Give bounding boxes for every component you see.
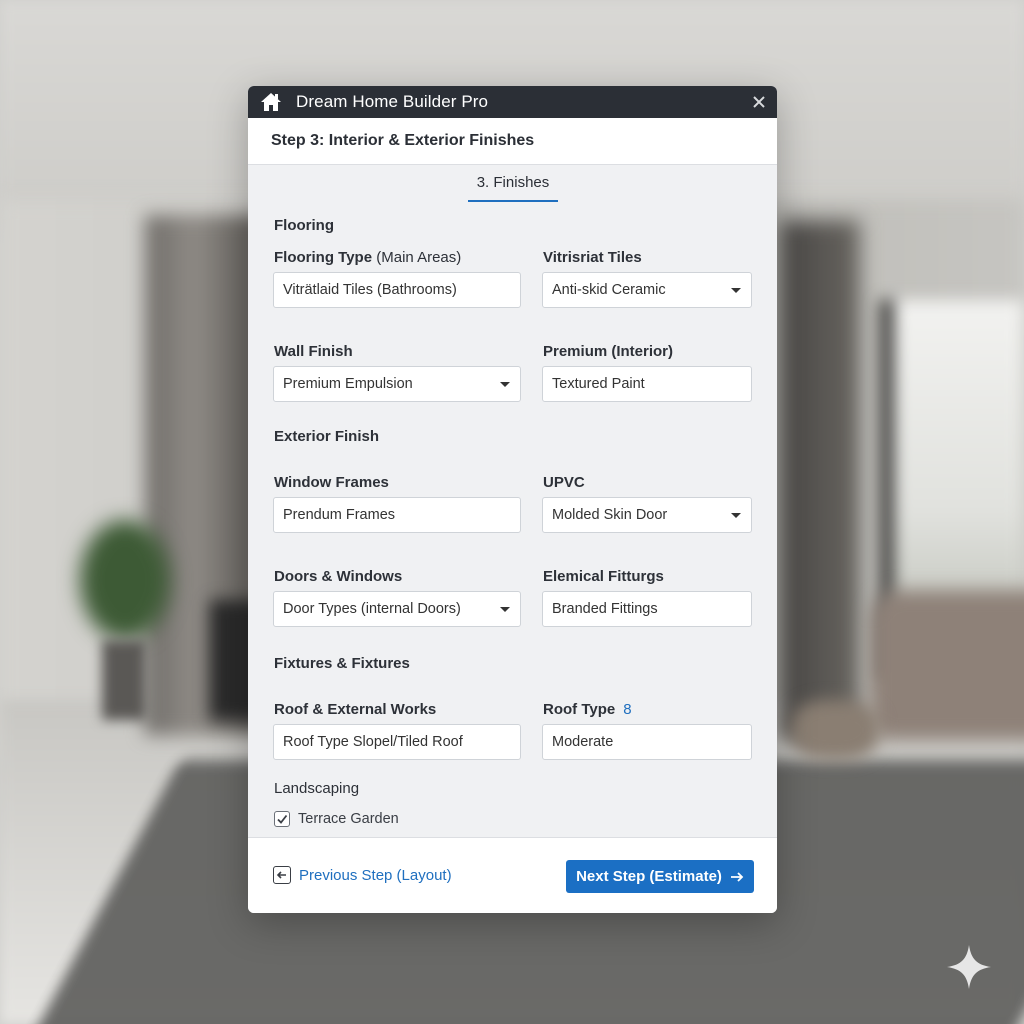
- premium-interior-label: Premium (Interior): [543, 343, 674, 360]
- roof-external-input[interactable]: Roof Type Slopel/Tiled Roof: [273, 724, 521, 760]
- chevron-down-icon: [731, 288, 741, 293]
- tab-finishes[interactable]: 3. Finishes: [468, 174, 558, 202]
- terrace-garden-option[interactable]: Terrace Garden: [274, 811, 399, 827]
- flooring-type-value: Viträtlaid Tiles (Bathrooms): [283, 282, 457, 298]
- roof-external-label: Roof & External Works: [274, 701, 437, 718]
- upvc-select[interactable]: Molded Skin Door: [542, 497, 752, 533]
- chevron-down-icon: [731, 513, 741, 518]
- roof-type-badge: 8: [623, 701, 632, 718]
- bg-curtain: [780, 220, 860, 740]
- roof-external-value: Roof Type Slopel/Tiled Roof: [283, 734, 463, 750]
- wall-finish-select[interactable]: Premium Empulsion: [273, 366, 521, 402]
- window-title: Dream Home Builder Pro: [296, 92, 489, 111]
- wall-finish-value: Premium Empulsion: [283, 376, 413, 392]
- bg-table: [790, 700, 880, 760]
- checkmark-icon: [277, 814, 288, 824]
- upvc-label: UPVC: [543, 474, 585, 491]
- step-header: Step 3: Interior & Exterior Finishes: [248, 118, 777, 165]
- window-frames-input[interactable]: Prendum Frames: [273, 497, 521, 533]
- chevron-down-icon: [500, 607, 510, 612]
- sparkle-icon: [947, 945, 991, 989]
- section-exterior-finish: Exterior Finish: [274, 428, 380, 445]
- roof-type-input[interactable]: Moderate: [542, 724, 752, 760]
- flooring-type-label: Flooring Type (Main Areas): [274, 249, 462, 266]
- wall-finish-label: Wall Finish: [274, 343, 353, 360]
- doors-windows-label: Doors & Windows: [274, 568, 403, 585]
- roof-type-label: Roof Type 8: [543, 701, 632, 718]
- window-frames-label: Window Frames: [274, 474, 389, 491]
- arrow-left-icon: [273, 866, 291, 884]
- next-step-button[interactable]: Next Step (Estimate): [566, 860, 754, 893]
- premium-interior-input[interactable]: Textured Paint: [542, 366, 752, 402]
- premium-interior-value: Textured Paint: [552, 376, 645, 392]
- close-icon[interactable]: [749, 92, 769, 112]
- home-icon: [260, 92, 282, 112]
- section-landscaping: Landscaping: [274, 780, 360, 797]
- previous-step-button[interactable]: Previous Step (Layout): [273, 866, 452, 884]
- bg-pot: [102, 640, 146, 720]
- arrow-right-icon: [730, 871, 744, 883]
- doors-windows-value: Door Types (internal Doors): [283, 601, 461, 617]
- electrical-fittings-input[interactable]: Branded Fittings: [542, 591, 752, 627]
- form-content: Flooring Flooring Type (Main Areas) Vitr…: [248, 205, 777, 877]
- bg-chair: [870, 590, 1024, 740]
- roof-type-value: Moderate: [552, 734, 614, 750]
- section-fixtures: Fixtures & Fixtures: [274, 655, 410, 672]
- section-flooring: Flooring: [274, 217, 334, 234]
- tab-bar: 3. Finishes: [248, 165, 777, 205]
- terrace-garden-checkbox[interactable]: [274, 811, 290, 827]
- title-bar: Dream Home Builder Pro: [248, 86, 777, 118]
- next-step-label: Next Step (Estimate): [576, 868, 722, 885]
- electrical-fittings-value: Branded Fittings: [552, 601, 658, 617]
- flooring-type-input[interactable]: Viträtlaid Tiles (Bathrooms): [273, 272, 521, 308]
- vitrified-tiles-select[interactable]: Anti-skid Ceramic: [542, 272, 752, 308]
- doors-windows-select[interactable]: Door Types (internal Doors): [273, 591, 521, 627]
- upvc-value: Molded Skin Door: [552, 507, 668, 523]
- vitrified-tiles-label: Vitrisriat Tiles: [543, 249, 642, 266]
- electrical-fittings-label: Elemical Fitturgs: [543, 568, 664, 585]
- bg-plant: [80, 520, 170, 640]
- builder-dialog: Dream Home Builder Pro Step 3: Interior …: [248, 86, 777, 913]
- previous-step-label: Previous Step (Layout): [299, 866, 452, 884]
- chevron-down-icon: [500, 382, 510, 387]
- window-frames-value: Prendum Frames: [283, 507, 396, 523]
- dialog-footer: Previous Step (Layout) Next Step (Estima…: [248, 837, 777, 913]
- vitrified-tiles-value: Anti-skid Ceramic: [552, 282, 666, 298]
- terrace-garden-label: Terrace Garden: [298, 811, 399, 827]
